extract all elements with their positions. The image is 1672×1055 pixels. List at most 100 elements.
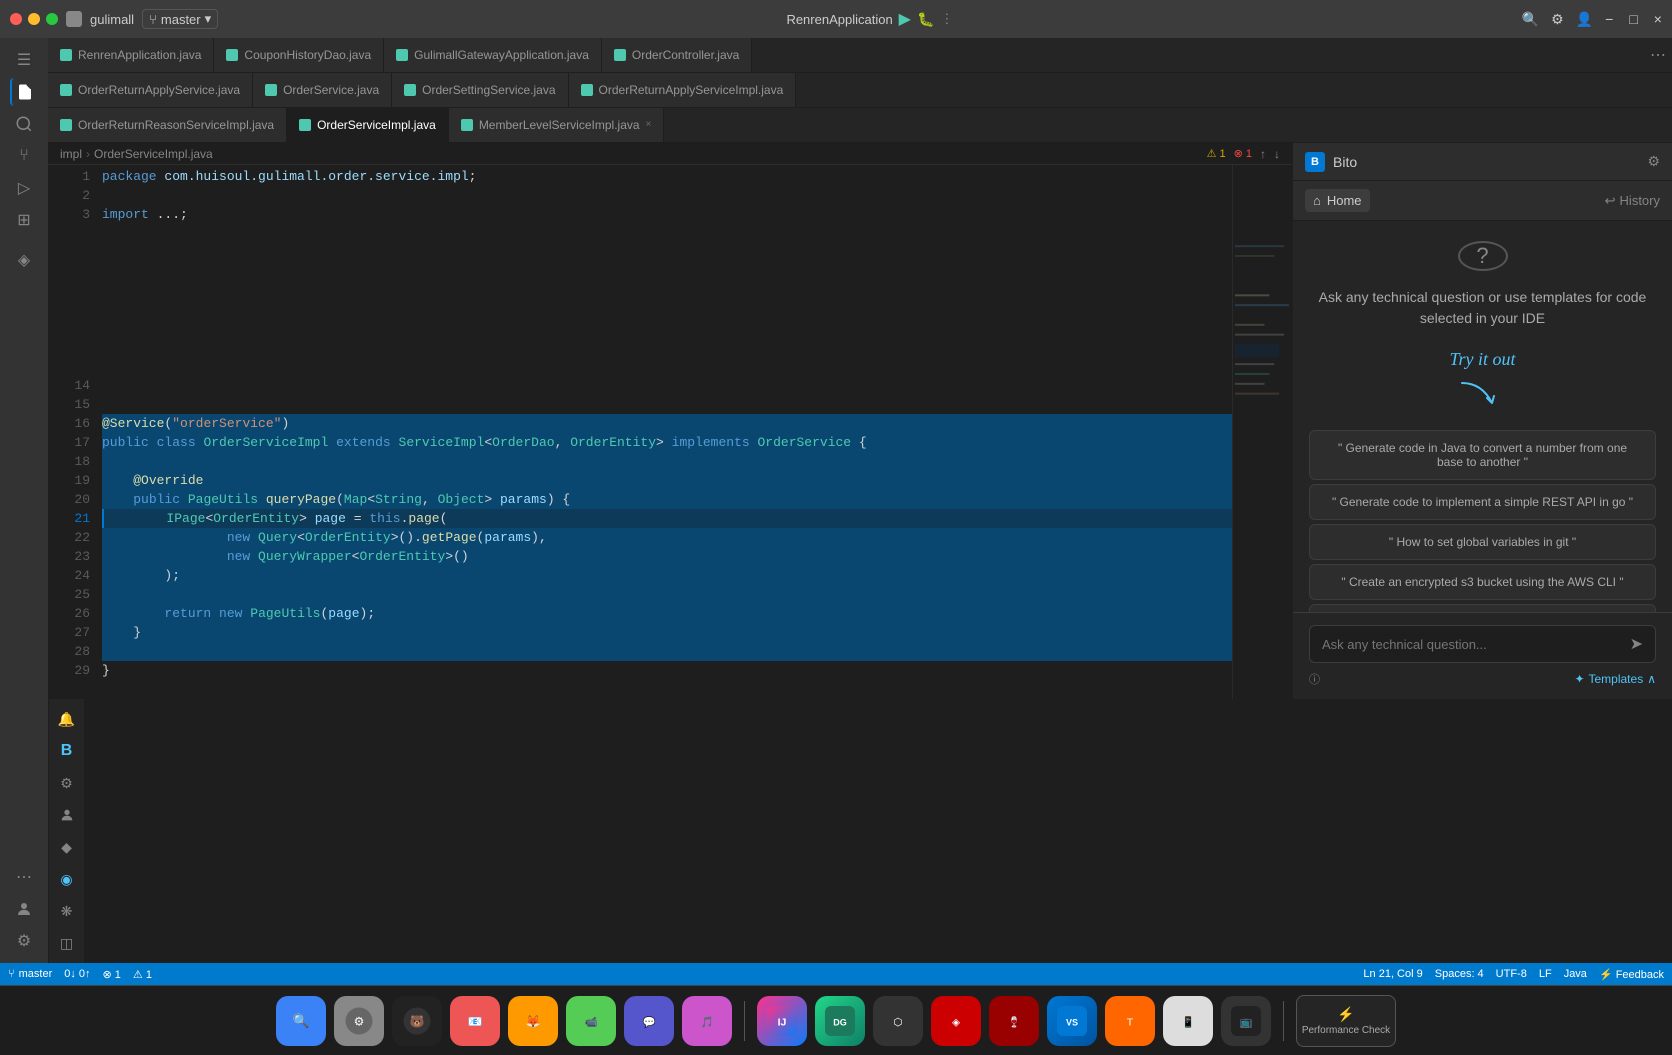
- bito-help-icon[interactable]: ⓘ: [1309, 671, 1320, 687]
- accounts-icon[interactable]: [10, 895, 38, 923]
- tab-renren[interactable]: RenrenApplication.java: [48, 38, 214, 72]
- dock-app12[interactable]: T: [1105, 996, 1155, 1046]
- dock-app7[interactable]: 💬: [624, 996, 674, 1046]
- spaces-status[interactable]: Spaces: 4: [1435, 968, 1484, 980]
- errors-status-item[interactable]: ⊗ 1: [103, 968, 121, 981]
- tab-ordersettingservice[interactable]: OrderSettingService.java: [392, 73, 568, 107]
- tab-gateway[interactable]: GulimallGatewayApplication.java: [384, 38, 602, 72]
- tab-orderreturnapplyservice[interactable]: OrderReturnApplyService.java: [48, 73, 253, 107]
- dock-perf-check[interactable]: ⚡ Performance Check: [1296, 995, 1396, 1047]
- restore-button[interactable]: □: [1629, 11, 1637, 27]
- dock-intellij[interactable]: IJ: [757, 996, 807, 1046]
- branch-selector[interactable]: ⑂ master ▾: [142, 9, 218, 29]
- user-icon[interactable]: [55, 803, 79, 827]
- dock-finder[interactable]: 🔍: [276, 996, 326, 1046]
- scroll-up-icon[interactable]: ↑: [1260, 147, 1266, 161]
- remote-icon[interactable]: ◈: [10, 246, 38, 274]
- sync-status-item[interactable]: 0↓ 0↑: [64, 968, 90, 980]
- app-icon: [66, 11, 82, 27]
- bito-settings-icon[interactable]: ⚙: [1647, 153, 1660, 170]
- tab-label: GulimallGatewayApplication.java: [414, 48, 589, 62]
- files-icon[interactable]: [10, 78, 38, 106]
- dock-app3[interactable]: 🐻: [392, 996, 442, 1046]
- maximize-traffic-light[interactable]: [46, 13, 58, 25]
- run-debug-icon[interactable]: ▷: [10, 174, 38, 202]
- minimize-button[interactable]: −: [1605, 11, 1613, 27]
- bito-suggestion-5[interactable]: " Explain B+ trees, give an example with…: [1309, 604, 1656, 612]
- plugin1-icon[interactable]: ◆: [55, 835, 79, 859]
- plugin3-icon[interactable]: ❋: [55, 899, 79, 923]
- more-button[interactable]: ⋮: [940, 11, 953, 27]
- dock-vscode[interactable]: VS: [1047, 996, 1097, 1046]
- tab-orderservice[interactable]: OrderService.java: [253, 73, 392, 107]
- search-icon[interactable]: [10, 110, 38, 138]
- search-icon[interactable]: 🔍: [1522, 11, 1539, 28]
- dock-datagrip[interactable]: DG: [815, 996, 865, 1046]
- bito-suggestion-2[interactable]: " Generate code to implement a simple RE…: [1309, 484, 1656, 520]
- tab-orderreturnreasonserviceimpl[interactable]: OrderReturnReasonServiceImpl.java: [48, 108, 287, 142]
- dock-app13[interactable]: 📱: [1163, 996, 1213, 1046]
- tab-more-row1[interactable]: ⋯: [1644, 38, 1672, 72]
- gear-icon[interactable]: ⚙: [55, 771, 79, 795]
- bito-plugin-icon[interactable]: B: [55, 739, 79, 763]
- feedback-status[interactable]: ⚡ Feedback: [1599, 968, 1664, 981]
- more-icon[interactable]: ⋯: [10, 863, 38, 891]
- notification-icon[interactable]: 🔔: [55, 707, 79, 731]
- debug-button[interactable]: 🐛: [917, 11, 934, 28]
- bito-suggestion-4[interactable]: " Create an encrypted s3 bucket using th…: [1309, 564, 1656, 600]
- bito-suggestion-1[interactable]: " Generate code in Java to convert a num…: [1309, 430, 1656, 480]
- tab-label: OrderServiceImpl.java: [317, 118, 436, 132]
- bito-templates-button[interactable]: ✦ Templates ∧: [1574, 672, 1656, 686]
- settings-icon[interactable]: ⚙: [1551, 11, 1564, 28]
- language-status[interactable]: Java: [1564, 968, 1587, 980]
- run-config-label: RenrenApplication: [786, 12, 892, 27]
- code-line: return new PageUtils(page);: [102, 604, 1232, 623]
- tab-ordercontroller[interactable]: OrderController.java: [602, 38, 752, 72]
- hamburger-menu-icon[interactable]: ☰: [10, 46, 38, 74]
- scroll-down-icon[interactable]: ↓: [1274, 147, 1280, 161]
- line-col-status[interactable]: Ln 21, Col 9: [1363, 968, 1422, 980]
- tab-orderserviceimpl[interactable]: OrderServiceImpl.java: [287, 108, 449, 142]
- extensions-icon[interactable]: ⊞: [10, 206, 38, 234]
- bito-suggestion-3[interactable]: " How to set global variables in git ": [1309, 524, 1656, 560]
- database-icon[interactable]: ◫: [55, 931, 79, 955]
- bito-send-button[interactable]: ➤: [1630, 634, 1643, 654]
- dock-system-prefs[interactable]: ⚙: [334, 996, 384, 1046]
- user-icon[interactable]: 👤: [1576, 11, 1593, 28]
- tab-orderreturnapplyserviceimpl[interactable]: OrderReturnApplyServiceImpl.java: [569, 73, 797, 107]
- dock-app9[interactable]: ⬡: [873, 996, 923, 1046]
- dock-app5[interactable]: 🦊: [508, 996, 558, 1046]
- dock-app4[interactable]: 📧: [450, 996, 500, 1046]
- dock-app11[interactable]: 🍷: [989, 996, 1039, 1046]
- source-control-icon[interactable]: ⑂: [10, 142, 38, 170]
- warnings-status-item[interactable]: ⚠ 1: [133, 968, 152, 981]
- bito-footer: ➤ ⓘ ✦ Templates ∧: [1293, 612, 1672, 699]
- close-traffic-light[interactable]: [10, 13, 22, 25]
- dock-app8[interactable]: 🎵: [682, 996, 732, 1046]
- tab-memberlevelserviceimpl[interactable]: MemberLevelServiceImpl.java ×: [449, 108, 665, 142]
- templates-icon: ✦: [1574, 672, 1584, 686]
- close-button[interactable]: ×: [1654, 11, 1662, 27]
- code-editor[interactable]: 1 2 3 14 15 16 17: [48, 165, 1292, 699]
- branch-status-item[interactable]: ⑂ master: [8, 968, 52, 980]
- branch-chevron: ▾: [205, 11, 212, 27]
- dock-app14[interactable]: 📺: [1221, 996, 1271, 1046]
- tab-close-icon[interactable]: ×: [646, 119, 652, 130]
- run-button[interactable]: ▶: [899, 9, 911, 29]
- eol-status[interactable]: LF: [1539, 968, 1552, 980]
- tab-couponhistory[interactable]: CouponHistoryDao.java: [214, 38, 384, 72]
- bito-input[interactable]: [1322, 637, 1630, 652]
- minimize-traffic-light[interactable]: [28, 13, 40, 25]
- bito-header-icons: ⚙: [1647, 153, 1660, 170]
- settings-icon[interactable]: ⚙: [10, 927, 38, 955]
- plugin2-icon[interactable]: ◉: [55, 867, 79, 891]
- project-name: gulimall: [90, 12, 134, 27]
- bito-nav-history[interactable]: ↩ History: [1605, 193, 1660, 209]
- encoding-status[interactable]: UTF-8: [1496, 968, 1527, 980]
- dock-app6[interactable]: 📹: [566, 996, 616, 1046]
- bito-nav-home[interactable]: ⌂ Home: [1305, 189, 1370, 212]
- svg-text:🦊: 🦊: [526, 1014, 541, 1028]
- dock-app10[interactable]: ◈: [931, 996, 981, 1046]
- dock-separator: [744, 1001, 745, 1041]
- try-it-container: Try it out: [1449, 349, 1515, 418]
